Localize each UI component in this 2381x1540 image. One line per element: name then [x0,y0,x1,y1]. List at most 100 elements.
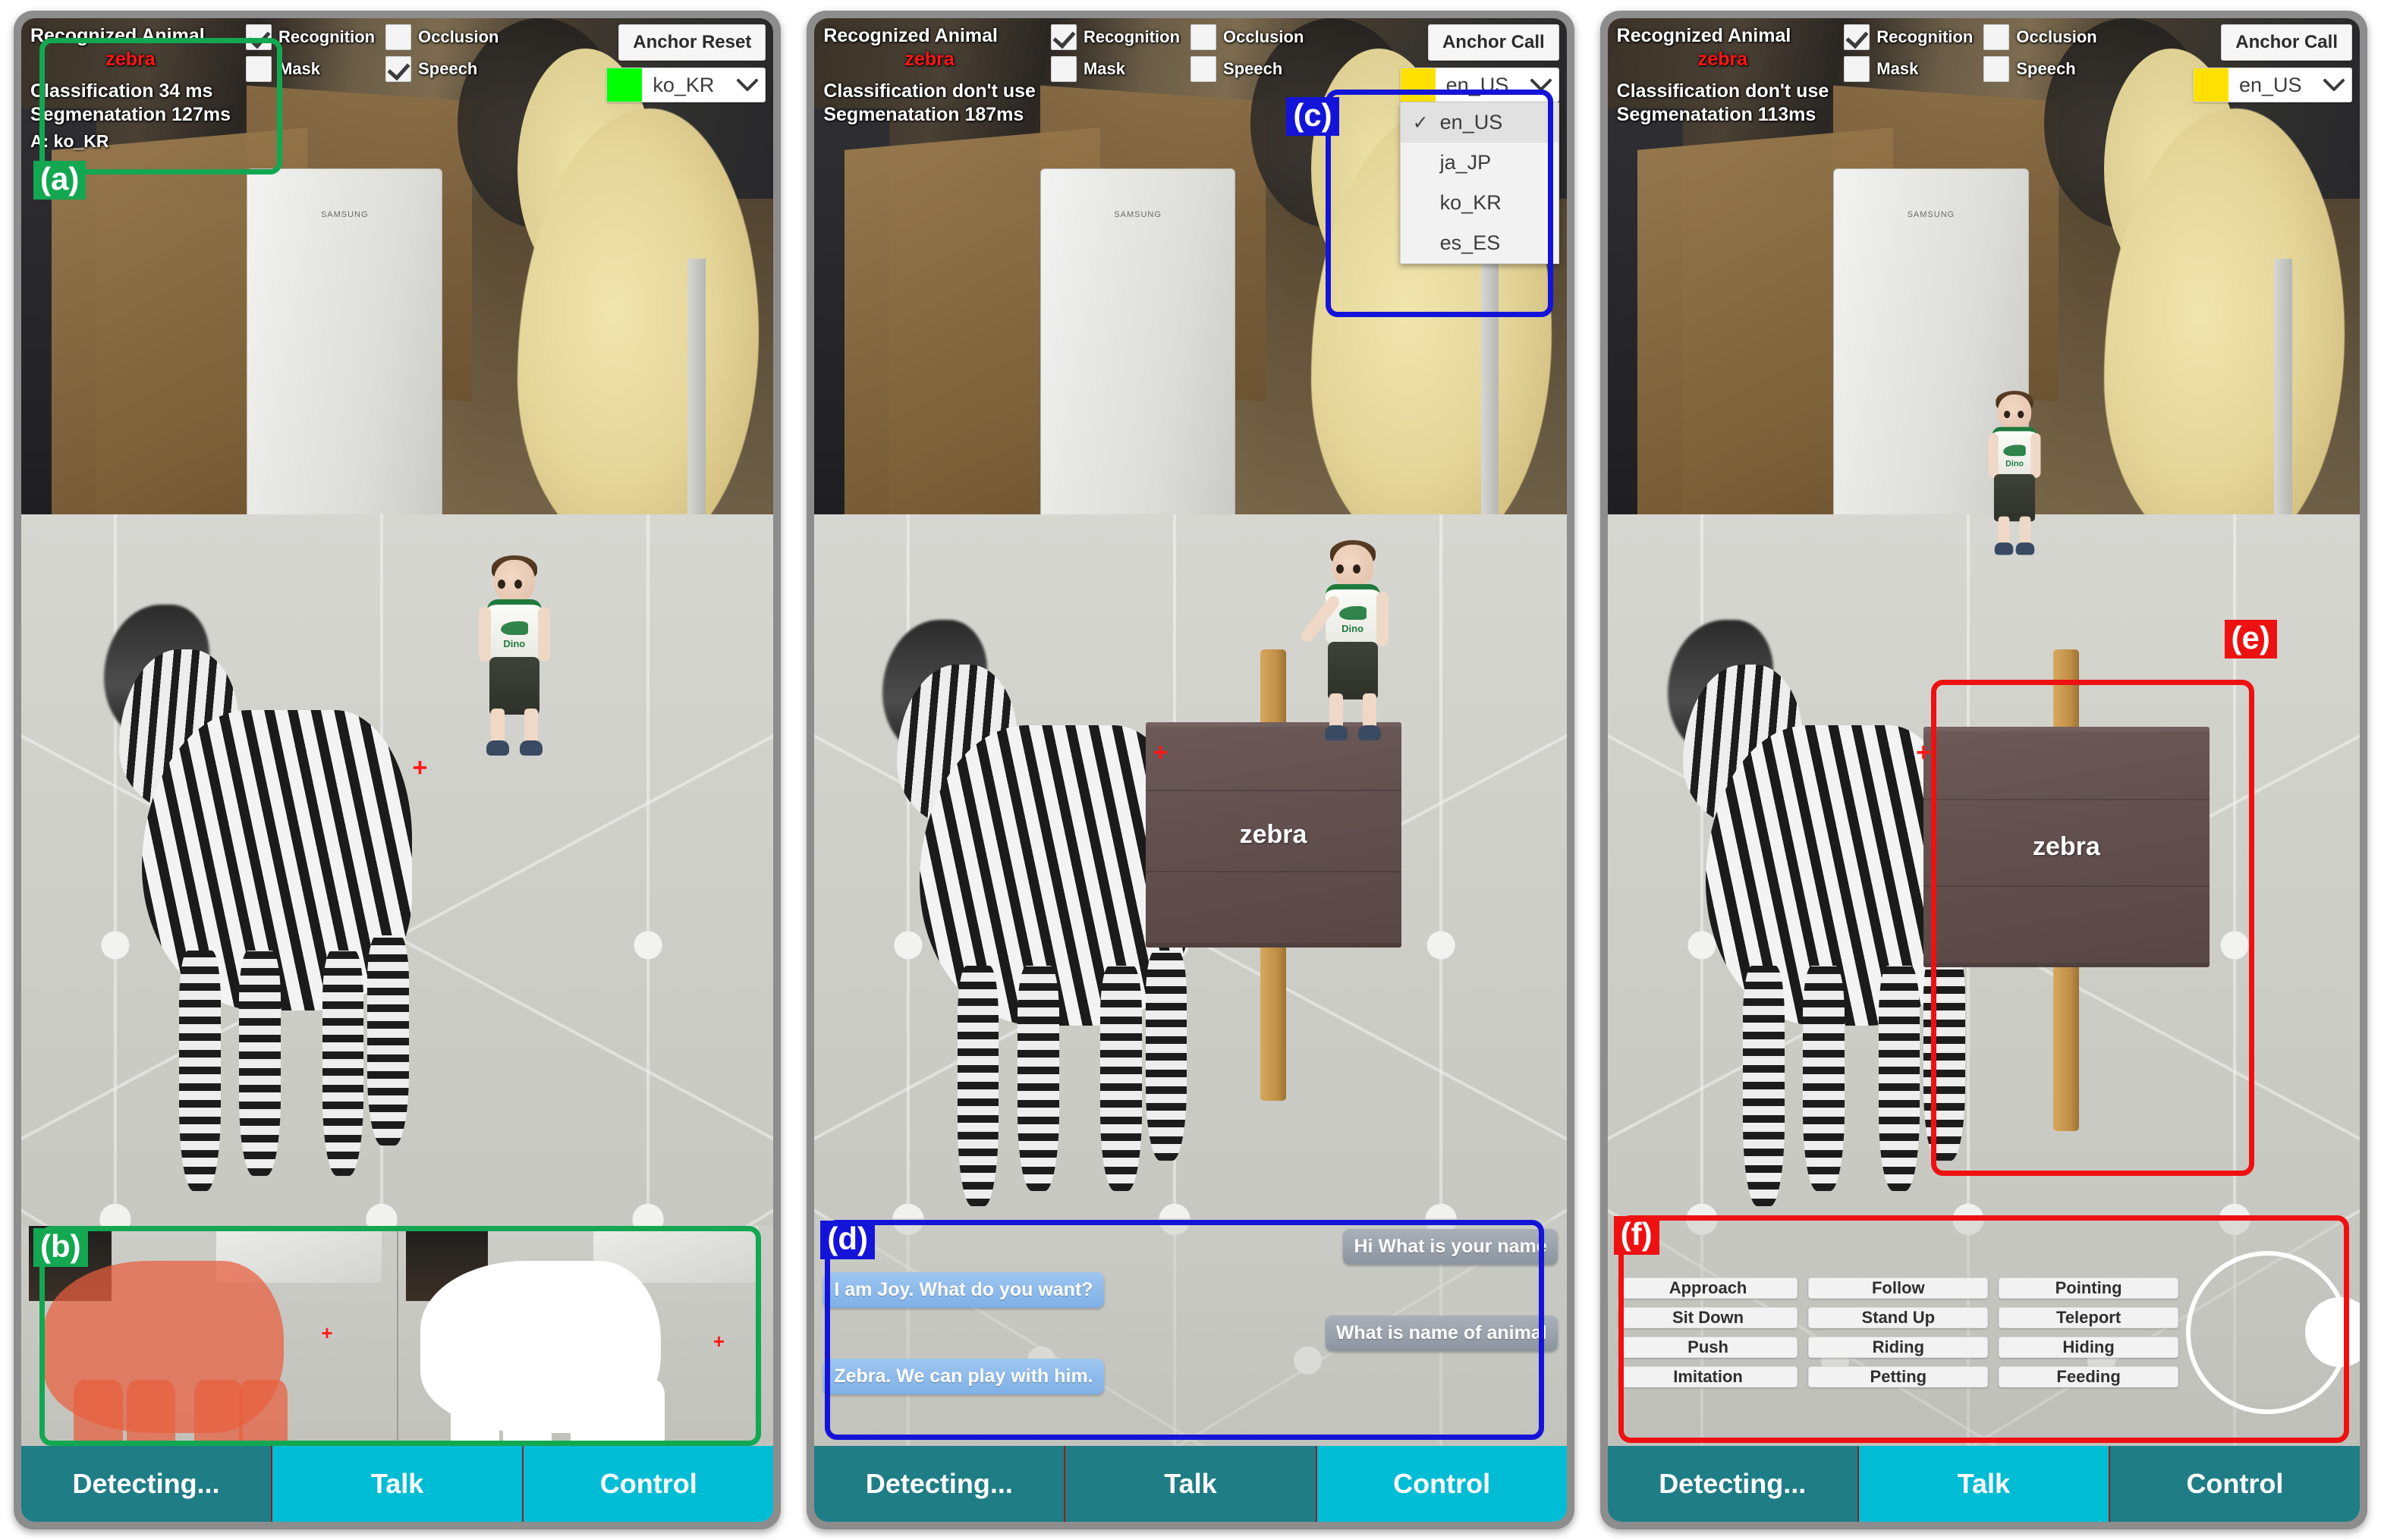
checkbox-box-occlusion[interactable] [1190,24,1217,50]
recognized-animal-value: zebra [904,48,955,70]
action-riding[interactable]: Riding [1808,1336,1989,1358]
chevron-down-icon[interactable] [730,68,765,102]
action-teleport[interactable]: Teleport [1999,1306,2178,1328]
checkbox-box-recognition[interactable] [246,24,272,50]
language-selected-value: ko_KR [653,73,715,96]
checkbox-speech-3[interactable]: Speech [1983,56,2096,82]
checkbox-box-speech[interactable] [385,56,412,82]
language-option-en-us[interactable]: ✓ en_US [1400,102,1559,143]
nav-detecting-1[interactable]: Detecting... [21,1446,273,1522]
checkbox-occlusion-1[interactable]: Occlusion [385,24,499,50]
checkbox-box-occlusion[interactable] [385,24,412,50]
language-option-ko-kr[interactable]: ko_KR [1401,183,1559,223]
bottom-nav-1: Detecting... Talk Control [21,1446,774,1522]
language-option-label: es_ES [1439,231,1501,254]
nav-detecting-2[interactable]: Detecting... [814,1446,1066,1522]
checkbox-label-speech: Speech [1223,59,1283,78]
checkbox-box-speech[interactable] [1983,56,2010,82]
anchor-call-button[interactable]: Anchor Call [2221,24,2352,61]
virtual-joystick[interactable] [2185,1250,2360,1414]
control-panel: Approach Follow Pointing Sit Down Stand … [1607,1218,2360,1446]
chat-bubble-agent: I am Joy. What do you want? [823,1272,1104,1308]
top-overlay-3: Recognized Animal zebra Classification d… [1608,18,2360,130]
language-status-swatch [1400,68,1436,102]
action-pointing[interactable]: Pointing [1999,1277,2178,1299]
anchor-call-button[interactable]: Anchor Call [1427,24,1559,61]
language-option-es-es[interactable]: es_ES [1401,223,1559,263]
language-option-label: en_US [1439,111,1503,134]
panel-label-c: (c) [1286,97,1339,137]
language-option-label: ko_KR [1439,191,1502,214]
toggle-group-2: Recognition Occlusion Mask Speech [1050,24,1304,82]
language-select-3[interactable]: en_US [2192,68,2352,102]
checkbox-recognition-3[interactable]: Recognition [1844,24,1973,50]
checkbox-box-recognition[interactable] [1844,24,1870,50]
nav-talk-2[interactable]: Talk [1065,1446,1317,1522]
action-sit-down[interactable]: Sit Down [1618,1306,1798,1328]
language-status-swatch [607,68,643,102]
action-push[interactable]: Push [1618,1336,1798,1358]
nav-control-1[interactable]: Control [524,1446,774,1522]
language-selected-value: en_US [2238,73,2302,96]
checkbox-occlusion-3[interactable]: Occlusion [1983,24,2097,50]
chevron-down-icon[interactable] [1524,68,1559,102]
anchor-language-text: A: ko_KR [30,131,109,151]
action-hiding[interactable]: Hiding [1999,1336,2178,1358]
checkbox-speech-2[interactable]: Speech [1190,56,1304,82]
avatar-shirt-label: Dino [1341,622,1364,634]
bottom-nav-2: Detecting... Talk Control [814,1446,1567,1522]
phone-3-screen: SAMSUNG zebra Dino + Recognized Animal z… [1607,18,2360,1522]
language-option-ja-jp[interactable]: ja_JP [1401,143,1559,183]
segmentation-time: Segmenatation 113ms [1616,103,1816,125]
phone-2-screen: SAMSUNG zebra Dino + Recognized Animal z… [814,18,1567,1522]
action-follow[interactable]: Follow [1808,1277,1989,1299]
language-dropdown-menu[interactable]: ✓ en_US ja_JP ko_KR es_ES [1399,102,1559,264]
language-select-1[interactable]: ko_KR [606,68,766,102]
ar-avatar-model-1: Dino [473,555,556,765]
ar-crosshair-3: + [1916,738,1931,768]
phone-2: SAMSUNG zebra Dino + Recognized Animal z… [807,11,1574,1529]
action-petting[interactable]: Petting [1808,1366,1989,1388]
checkbox-label-recognition: Recognition [278,27,376,46]
chat-panel: Hi What is your name I am Joy. What do y… [814,1218,1567,1446]
checkbox-speech-1[interactable]: Speech [385,56,499,82]
language-select-2[interactable]: en_US [1399,68,1559,102]
avatar-shirt-label: Dino [503,637,526,649]
action-stand-up[interactable]: Stand Up [1808,1306,1989,1328]
checkbox-label-speech: Speech [418,59,478,78]
nav-control-3[interactable]: Control [2109,1446,2360,1522]
checkbox-mask-1[interactable]: Mask [246,56,375,82]
checkbox-box-occlusion[interactable] [1983,24,2010,50]
ar-avatar-model-2: Dino [1298,539,1395,750]
checkbox-recognition-2[interactable]: Recognition [1050,24,1180,50]
nav-talk-3[interactable]: Talk [1858,1446,2110,1522]
checkbox-label-mask: Mask [1876,59,1919,78]
recognized-animal-title: Recognized Animal [823,25,998,46]
top-overlay-2: Recognized Animal zebra Classification d… [814,18,1566,264]
checkbox-box-mask[interactable] [1050,56,1077,82]
nav-talk-1[interactable]: Talk [272,1446,524,1522]
recognition-info-2: Recognized Animal zebra Classification d… [823,24,1036,126]
recognition-info-3: Recognized Animal zebra Classification d… [1617,24,1829,126]
language-status-swatch [2193,68,2228,102]
checkbox-box-speech[interactable] [1190,56,1217,82]
checkbox-mask-2[interactable]: Mask [1050,56,1180,82]
recognized-animal-title: Recognized Animal [30,25,205,46]
checkbox-box-mask[interactable] [246,56,272,82]
anchor-reset-button[interactable]: Anchor Reset [618,24,766,61]
nav-control-2[interactable]: Control [1316,1446,1567,1522]
checkbox-box-recognition[interactable] [1050,24,1077,50]
action-imitation[interactable]: Imitation [1618,1366,1798,1388]
checkbox-box-mask[interactable] [1844,56,1870,82]
recognized-animal-title: Recognized Animal [1616,25,1791,46]
avatar-shirt-label: Dino [2005,457,2024,468]
checkbox-mask-3[interactable]: Mask [1844,56,1973,82]
checkbox-occlusion-2[interactable]: Occlusion [1190,24,1304,50]
action-approach[interactable]: Approach [1618,1277,1798,1299]
panel-label-d: (d) [820,1220,875,1259]
action-feeding[interactable]: Feeding [1999,1366,2178,1388]
checkbox-recognition-1[interactable]: Recognition [246,24,375,50]
chevron-down-icon[interactable] [2317,68,2351,102]
checkbox-label-occlusion: Occlusion [418,27,499,46]
nav-detecting-3[interactable]: Detecting... [1607,1446,1859,1522]
